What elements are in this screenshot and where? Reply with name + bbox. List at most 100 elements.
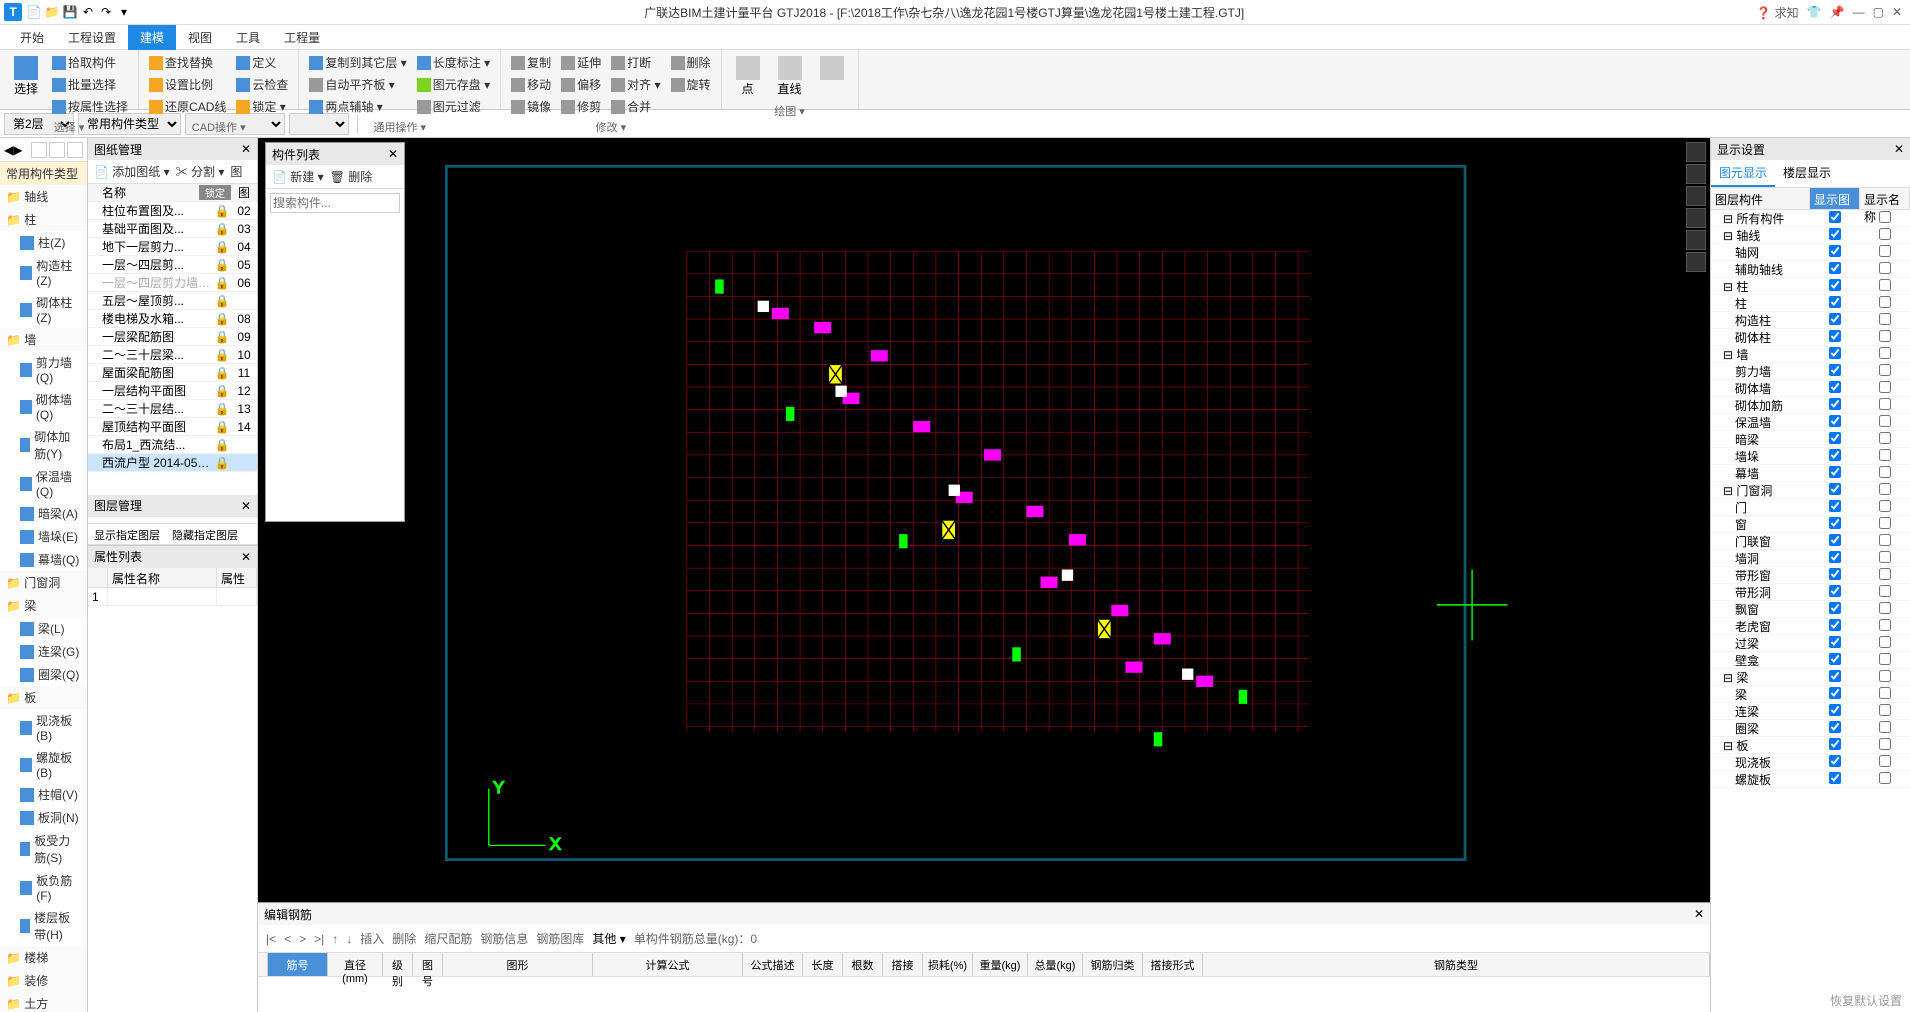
- element-filter-button[interactable]: 图元过滤: [413, 96, 494, 117]
- lock-button[interactable]: 锁定 ▾: [232, 96, 292, 117]
- qat-open-icon[interactable]: 📁: [44, 4, 60, 20]
- display-row[interactable]: 窗: [1711, 516, 1910, 533]
- show-name-checkbox[interactable]: [1879, 466, 1891, 478]
- show-element-checkbox[interactable]: [1829, 296, 1841, 308]
- drawing-viewport[interactable]: Y X: [258, 138, 1710, 902]
- display-row[interactable]: 暗梁: [1711, 431, 1910, 448]
- offset-button[interactable]: 偏移: [557, 74, 605, 95]
- show-element-checkbox[interactable]: [1829, 670, 1841, 682]
- display-row[interactable]: 圈梁: [1711, 720, 1910, 737]
- disp-col-show-elem[interactable]: 显示图元: [1810, 188, 1860, 209]
- tree-item[interactable]: 保温墙(Q): [0, 465, 87, 502]
- display-row[interactable]: 连梁: [1711, 703, 1910, 720]
- show-element-checkbox[interactable]: [1829, 211, 1841, 223]
- show-name-checkbox[interactable]: [1879, 738, 1891, 750]
- display-row[interactable]: 老虎窗: [1711, 618, 1910, 635]
- show-element-checkbox[interactable]: [1829, 534, 1841, 546]
- show-name-checkbox[interactable]: [1879, 483, 1891, 495]
- show-name-checkbox[interactable]: [1879, 330, 1891, 342]
- show-name-checkbox[interactable]: [1879, 262, 1891, 274]
- view-tool-3[interactable]: [1686, 186, 1706, 206]
- two-point-axis-button[interactable]: 两点辅轴 ▾: [305, 96, 410, 117]
- maximize-icon[interactable]: ▢: [1873, 5, 1884, 19]
- rebar-nav-prev[interactable]: <: [284, 932, 291, 946]
- display-row[interactable]: 剪力墙: [1711, 363, 1910, 380]
- col-total[interactable]: 总量(kg): [1028, 953, 1083, 976]
- display-row[interactable]: 过梁: [1711, 635, 1910, 652]
- display-row[interactable]: 砌体加筋: [1711, 397, 1910, 414]
- group-draw-label[interactable]: 绘图 ▾: [728, 101, 852, 119]
- show-element-checkbox[interactable]: [1829, 738, 1841, 750]
- col-rebar-no[interactable]: 筋号: [268, 953, 328, 976]
- show-element-checkbox[interactable]: [1829, 551, 1841, 563]
- tree-item[interactable]: 📁 墙: [0, 328, 87, 351]
- show-element-checkbox[interactable]: [1829, 364, 1841, 376]
- display-row[interactable]: ⊟ 墙: [1711, 346, 1910, 363]
- drawing-row[interactable]: 二～三十层梁...🔒10: [88, 346, 257, 364]
- show-element-checkbox[interactable]: [1829, 415, 1841, 427]
- display-row[interactable]: ⊟ 梁: [1711, 669, 1910, 686]
- show-name-checkbox[interactable]: [1879, 653, 1891, 665]
- tree-item[interactable]: 构造柱(Z): [0, 254, 87, 291]
- tree-item[interactable]: 连梁(G): [0, 640, 87, 663]
- show-element-checkbox[interactable]: [1829, 466, 1841, 478]
- rebar-nav-next[interactable]: >: [299, 932, 306, 946]
- drawing-row[interactable]: 楼电梯及水箱...🔒08: [88, 310, 257, 328]
- display-row[interactable]: 墙垛: [1711, 448, 1910, 465]
- show-element-checkbox[interactable]: [1829, 585, 1841, 597]
- drawing-row[interactable]: 地下一层剪力...🔒04: [88, 238, 257, 256]
- merge-button[interactable]: 合并: [607, 96, 664, 117]
- restore-default-button[interactable]: 恢复默认设置: [1711, 988, 1910, 1012]
- show-element-checkbox[interactable]: [1829, 721, 1841, 733]
- rebar-nav-last[interactable]: >|: [314, 932, 324, 946]
- close-icon[interactable]: ✕: [1892, 5, 1902, 19]
- display-row[interactable]: 梁: [1711, 686, 1910, 703]
- group-cad-label[interactable]: CAD操作 ▾: [145, 117, 292, 135]
- disp-col-show-name[interactable]: 显示名称: [1860, 188, 1910, 209]
- split-button[interactable]: ✂ 分割 ▾: [176, 163, 225, 180]
- drawing-row[interactable]: 屋面梁配筋图🔒11: [88, 364, 257, 382]
- view-tool-5[interactable]: [1686, 230, 1706, 250]
- tree-item[interactable]: 📁 楼梯: [0, 946, 87, 969]
- show-element-checkbox[interactable]: [1829, 568, 1841, 580]
- col-loss[interactable]: 损耗(%): [923, 953, 973, 976]
- align-button[interactable]: 对齐 ▾: [607, 74, 664, 95]
- show-element-checkbox[interactable]: [1829, 262, 1841, 274]
- show-name-checkbox[interactable]: [1879, 500, 1891, 512]
- col-rebar-type[interactable]: 钢筋类型: [1203, 953, 1710, 976]
- show-element-checkbox[interactable]: [1829, 347, 1841, 359]
- group-common-label[interactable]: 通用操作 ▾: [305, 117, 494, 135]
- tree-item[interactable]: 楼层板带(H): [0, 906, 87, 946]
- show-name-checkbox[interactable]: [1879, 636, 1891, 648]
- show-name-checkbox[interactable]: [1879, 772, 1891, 784]
- display-row[interactable]: 轴网: [1711, 244, 1910, 261]
- show-element-checkbox[interactable]: [1829, 483, 1841, 495]
- rebar-close-icon[interactable]: ✕: [1694, 907, 1704, 921]
- rebar-delete-button[interactable]: 删除: [392, 930, 416, 947]
- display-row[interactable]: 墙洞: [1711, 550, 1910, 567]
- show-name-checkbox[interactable]: [1879, 279, 1891, 291]
- copy-button[interactable]: 复制: [507, 52, 555, 73]
- show-element-checkbox[interactable]: [1829, 653, 1841, 665]
- show-element-checkbox[interactable]: [1829, 704, 1841, 716]
- drawing-row[interactable]: 二～三十层结...🔒13: [88, 400, 257, 418]
- select-button[interactable]: 选择: [6, 52, 46, 101]
- rebar-down[interactable]: ↓: [346, 932, 352, 946]
- show-element-checkbox[interactable]: [1829, 687, 1841, 699]
- group-select-label[interactable]: 选择 ▾: [6, 117, 132, 135]
- tab-floor-display[interactable]: 楼层显示: [1775, 160, 1839, 187]
- show-name-checkbox[interactable]: [1879, 670, 1891, 682]
- display-row[interactable]: 砌体墙: [1711, 380, 1910, 397]
- tree-view-icon-3[interactable]: [67, 142, 83, 158]
- display-row[interactable]: 保温墙: [1711, 414, 1910, 431]
- show-name-checkbox[interactable]: [1879, 398, 1891, 410]
- qat-save-icon[interactable]: 💾: [62, 4, 78, 20]
- show-element-checkbox[interactable]: [1829, 313, 1841, 325]
- rebar-other-button[interactable]: 其他 ▾: [592, 930, 625, 947]
- extend-button[interactable]: 延伸: [557, 52, 605, 73]
- tree-item[interactable]: 📁 土方: [0, 992, 87, 1012]
- tree-item[interactable]: 📁 装修: [0, 969, 87, 992]
- help-link[interactable]: ❓ 求知: [1756, 4, 1798, 21]
- define-button[interactable]: 定义: [232, 52, 292, 73]
- element-save-button[interactable]: 图元存盘 ▾: [413, 74, 494, 95]
